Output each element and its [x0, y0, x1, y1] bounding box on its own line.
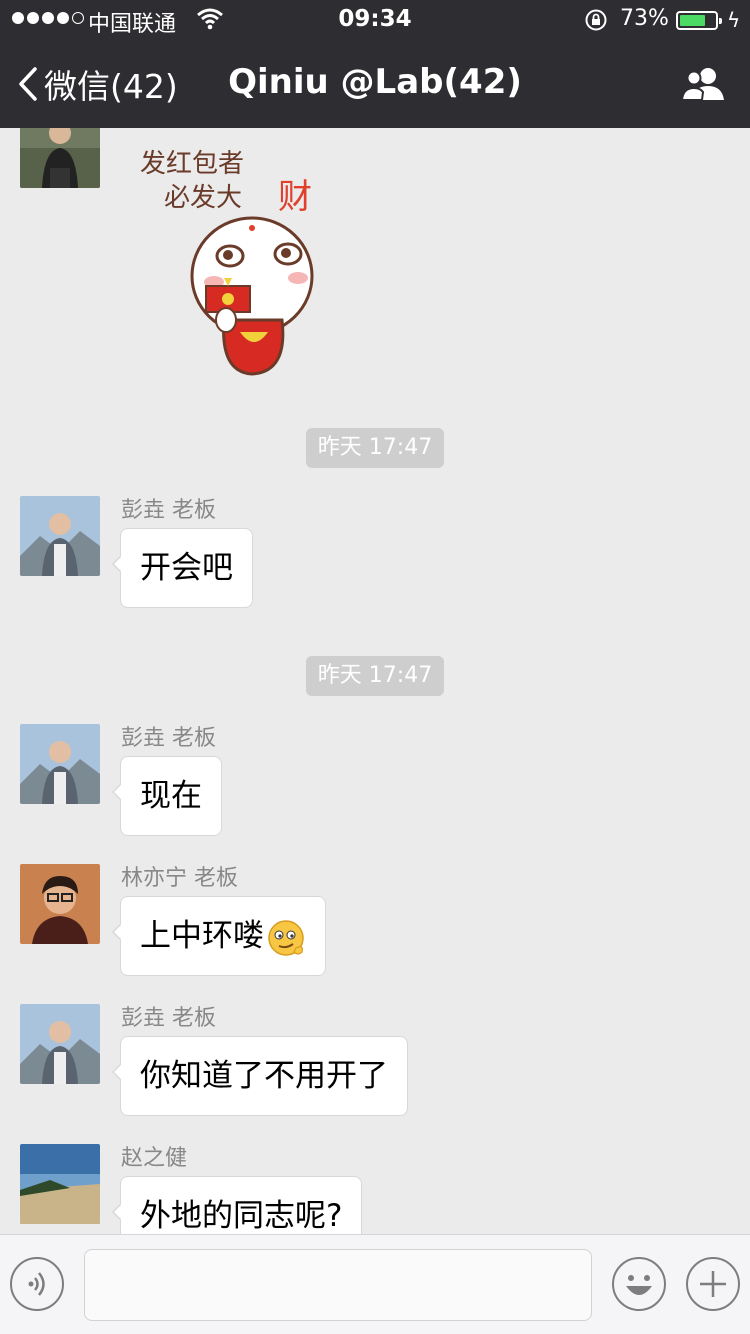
sender-name: 林亦宁 老板 — [121, 866, 238, 891]
timestamp: 昨天 17:47 — [306, 428, 444, 468]
more-button[interactable] — [686, 1257, 740, 1311]
message-bubble[interactable]: 上中环喽 — [112, 896, 326, 976]
emoji-button[interactable] — [612, 1257, 666, 1311]
sender-name: 彭垚 老板 — [121, 726, 216, 751]
avatar[interactable] — [20, 128, 100, 188]
sticker-line-1: 发红包者 — [140, 149, 244, 179]
message-input[interactable] — [84, 1249, 592, 1321]
group-members-icon[interactable] — [680, 66, 728, 102]
sender-name: 彭垚 老板 — [121, 1006, 216, 1031]
emoji-icon — [626, 1275, 652, 1295]
rotation-lock-icon — [585, 9, 607, 31]
sticker-line-2: 必发大 — [164, 183, 242, 213]
message-bubble[interactable]: 开会吧 — [112, 528, 253, 608]
sender-name: 赵之健 — [121, 1146, 188, 1171]
sender-name: 彭垚 老板 — [121, 498, 216, 523]
avatar[interactable] — [20, 724, 100, 804]
smirk-emoji-icon — [268, 919, 304, 956]
voice-button[interactable] — [10, 1257, 64, 1311]
message-text: 上中环喽 — [140, 918, 264, 954]
battery-percent: 73% — [620, 6, 669, 31]
sticker-accent: 财 — [278, 177, 312, 217]
timestamp: 昨天 17:47 — [306, 656, 444, 696]
message-bubble[interactable]: 你知道了不用开了 — [112, 1036, 408, 1116]
top-bar: 中国联通 09:34 73% ϟ 微信(42) Qiniu @Lab(42) — [0, 0, 750, 128]
charging-bolt-icon: ϟ — [727, 8, 741, 32]
avatar[interactable] — [20, 1004, 100, 1084]
battery-icon — [676, 11, 722, 30]
nav-bar: 微信(42) Qiniu @Lab(42) — [0, 40, 750, 128]
plus-icon — [700, 1271, 726, 1297]
avatar[interactable] — [20, 864, 100, 944]
message-bubble[interactable]: 现在 — [112, 756, 222, 836]
avatar[interactable] — [20, 496, 100, 576]
sticker[interactable]: 发红包者 必发大 财 — [140, 144, 320, 384]
avatar[interactable] — [20, 1144, 100, 1224]
input-bar — [0, 1234, 750, 1334]
status-bar: 中国联通 09:34 73% ϟ — [0, 0, 750, 40]
chat-title: Qiniu @Lab(42) — [228, 62, 522, 102]
voice-icon — [28, 1272, 45, 1296]
chat-area[interactable]: 发红包者 必发大 财 昨天 17:47 彭垚 老板 开会吧 昨天 17:47 彭… — [0, 128, 750, 1234]
message-bubble[interactable]: 外地的同志呢? — [111, 1176, 363, 1234]
